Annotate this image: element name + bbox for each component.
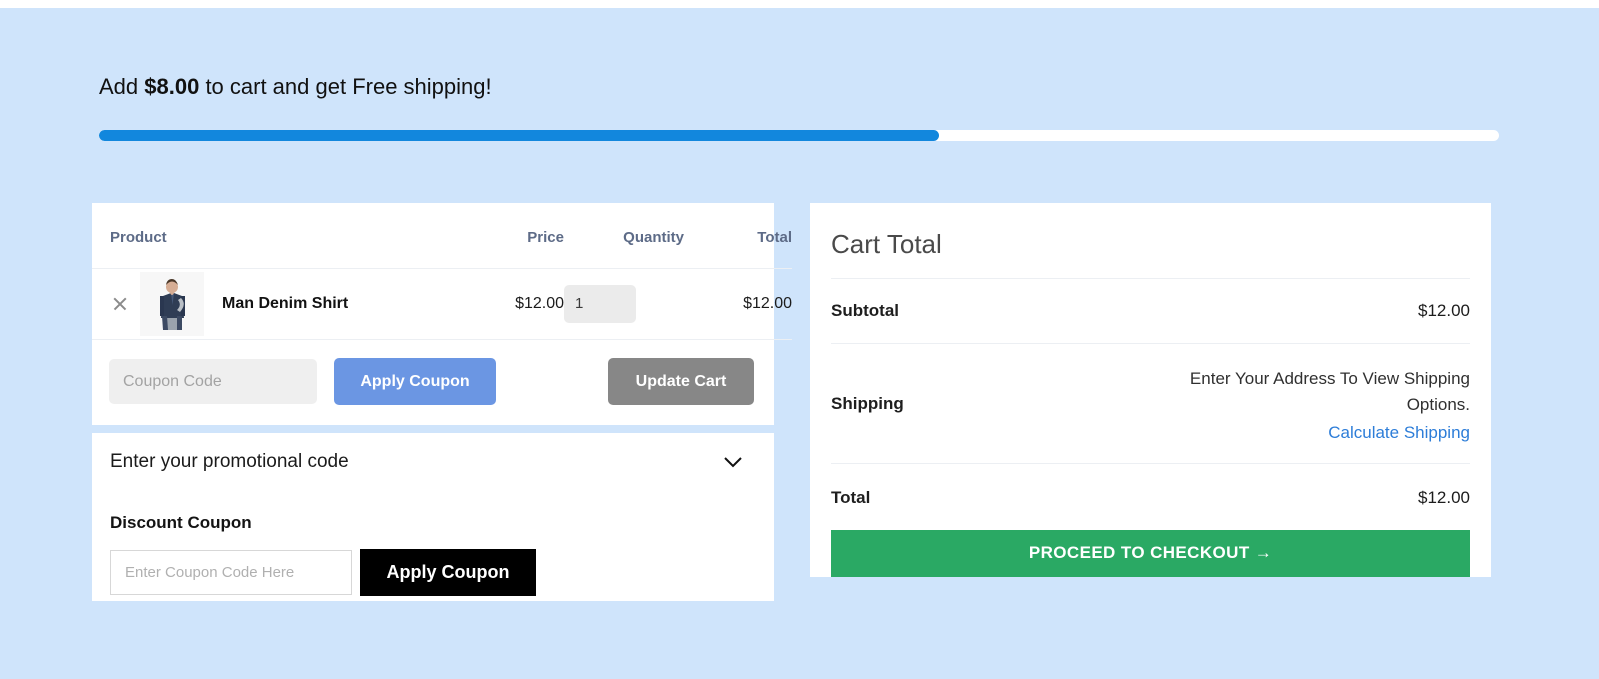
discount-coupon-form: Apply Coupon [110,549,756,596]
subtotal-label: Subtotal [831,301,899,320]
apply-coupon-button[interactable]: Apply Coupon [334,358,496,405]
shipping-row: Shipping Enter Your Address To View Ship… [831,343,1470,463]
discount-coupon-label: Discount Coupon [110,513,252,532]
banner-prefix: Add [99,74,145,99]
free-shipping-message: Add $8.00 to cart and get Free shipping! [99,74,1499,100]
banner-amount: $8.00 [144,74,200,99]
cart-table: Product Price Quantity Total Man Denim S… [92,203,792,340]
cart-total-title: Cart Total [831,229,942,259]
banner-suffix: to cart and get Free shipping! [199,74,492,99]
promotional-code-accordion-header[interactable]: Enter your promotional code [110,451,756,479]
cart-total-column: Cart Total Subtotal $12.00 Shipping Ente… [810,203,1491,601]
page-background: Add $8.00 to cart and get Free shipping!… [0,8,1599,679]
product-thumbnail [140,272,204,336]
cart-table-body: Man Denim Shirt $12.00 $12.00 [92,268,792,340]
column-header-product: Product [92,203,460,269]
promotional-code-card: Enter your promotional code Discount Cou… [92,433,774,601]
cart-column: Product Price Quantity Total Man Denim S… [92,203,792,601]
update-cart-button[interactable]: Update Cart [608,358,754,405]
cart-table-header-row: Product Price Quantity Total [92,203,792,269]
discount-coupon-input[interactable] [110,550,352,595]
promotional-code-title: Enter your promotional code [110,451,349,472]
subtotal-row: Subtotal $12.00 [831,278,1470,343]
column-header-total: Total [684,203,792,269]
quantity-input[interactable] [564,285,636,323]
close-icon[interactable] [110,294,130,314]
shipping-details: Enter Your Address To View Shipping Opti… [1140,366,1470,443]
cart-table-card: Product Price Quantity Total Man Denim S… [92,203,792,425]
cart-total-card: Cart Total Subtotal $12.00 Shipping Ente… [810,203,1491,577]
column-header-quantity: Quantity [564,203,684,269]
product-cell: Man Denim Shirt [92,268,460,340]
coupon-row: Apply Coupon Update Cart [92,340,774,425]
subtotal-value: $12.00 [1418,301,1470,320]
total-value: $12.00 [1418,487,1470,507]
cart-table-head: Product Price Quantity Total [92,203,792,269]
free-shipping-progress-track [99,130,1499,141]
coupon-code-input[interactable] [109,359,317,404]
proceed-to-checkout-button[interactable]: PROCEED TO CHECKOUT → [831,529,1470,577]
shipping-label: Shipping [831,394,904,414]
shipping-note: Enter Your Address To View Shipping Opti… [1189,369,1470,415]
column-header-price: Price [460,203,564,269]
product-line-total: $12.00 [684,268,792,340]
total-label: Total [831,487,871,507]
total-row: Total $12.00 [831,462,1470,530]
apply-discount-coupon-button[interactable]: Apply Coupon [360,549,536,596]
product-quantity-cell [564,268,684,340]
calculate-shipping-link[interactable]: Calculate Shipping [1140,423,1470,443]
man-denim-shirt-image [140,272,204,336]
table-row: Man Denim Shirt $12.00 $12.00 [92,268,792,340]
free-shipping-progress-fill [99,130,939,141]
chevron-down-icon[interactable] [720,454,746,470]
product-name: Man Denim Shirt [222,295,349,312]
free-shipping-banner: Add $8.00 to cart and get Free shipping! [99,74,1499,141]
product-price: $12.00 [460,268,564,340]
